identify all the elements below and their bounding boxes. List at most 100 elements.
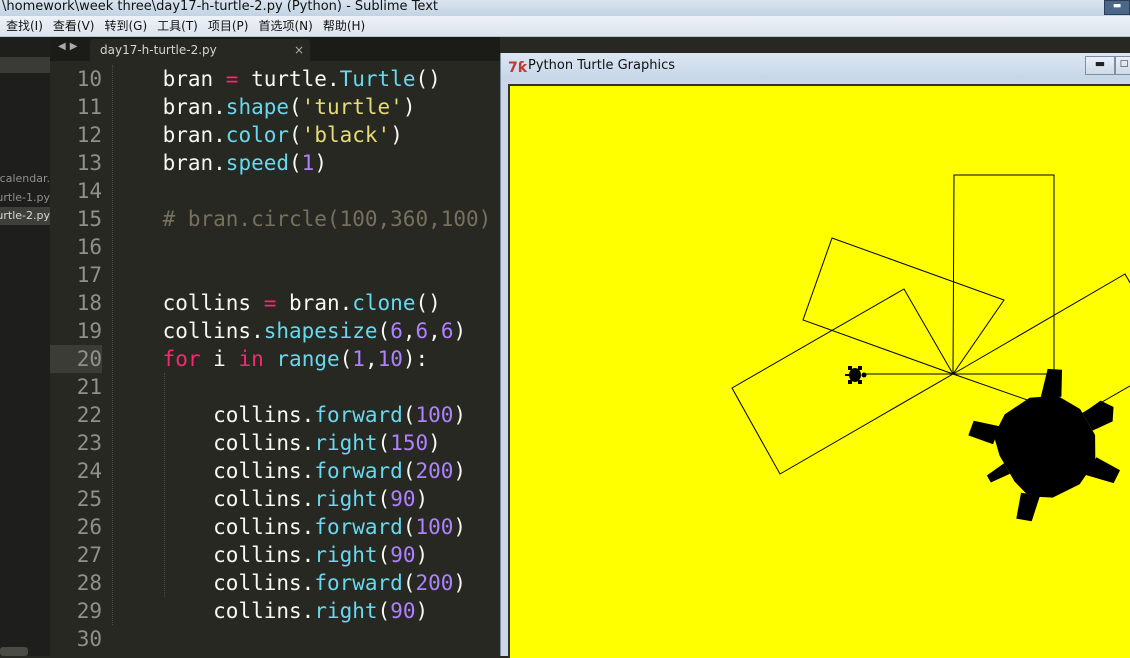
code-line[interactable]: 11 bran.shape('turtle'): [50, 93, 500, 121]
turtle-window-title: Python Turtle Graphics: [528, 58, 675, 73]
sidebar-scrollbar[interactable]: [0, 647, 28, 656]
code-token: 10: [377, 347, 403, 371]
code-line[interactable]: 14: [50, 177, 500, 205]
code-token: (: [377, 543, 391, 567]
python-turtle-icon: 7ƙ: [508, 60, 528, 76]
code-line[interactable]: 16: [50, 233, 500, 261]
code-line[interactable]: 22 collins.forward(100): [50, 401, 500, 429]
code-token: color: [225, 123, 290, 147]
code-text: bran.speed(1): [112, 149, 327, 177]
code-line[interactable]: 26 collins.forward(100): [50, 513, 500, 541]
code-line[interactable]: 15 # bran.circle(100,360,100): [50, 205, 500, 233]
code-token: (: [377, 431, 391, 455]
code-token: bran: [162, 67, 214, 91]
code-text: bran.shape('turtle'): [112, 93, 416, 121]
code-token: 90: [390, 543, 416, 567]
maximize-button[interactable]: □: [1115, 56, 1130, 75]
menu-item[interactable]: 首选项(N): [252, 16, 316, 36]
code-text: collins.right(150): [112, 429, 441, 457]
tab-day17-h-turtle-2[interactable]: day17-h-turtle-2.py ×: [90, 39, 310, 61]
code-line[interactable]: 29 collins.right(90): [50, 597, 500, 625]
close-icon[interactable]: ×: [294, 39, 304, 61]
code-token: 150: [390, 431, 429, 455]
code-line[interactable]: 20 for i in range(1,10):: [50, 345, 500, 373]
line-number: 17: [76, 263, 102, 287]
line-number: 27: [76, 543, 102, 567]
code-line[interactable]: 28 collins.forward(200): [50, 569, 500, 597]
code-line[interactable]: 10 bran = turtle.Turtle(): [50, 65, 500, 93]
code-token: ): [428, 431, 441, 455]
line-number: 13: [76, 151, 102, 175]
sidebar-file-item[interactable]: day17-h-turtle-1.py: [0, 189, 50, 207]
code-text: collins.forward(100): [112, 401, 466, 429]
line-number: 26: [76, 515, 102, 539]
code-line[interactable]: 12 bran.color('black'): [50, 121, 500, 149]
code-token: in: [238, 347, 264, 371]
menu-item[interactable]: 帮助(H): [317, 16, 369, 36]
turtle-drawing: [731, 174, 1130, 522]
code-token: 6: [440, 319, 454, 343]
code-line[interactable]: 17: [50, 261, 500, 289]
tab-nav-arrows-icon[interactable]: ◀▶: [58, 41, 81, 52]
menu-item[interactable]: 转到(G): [98, 16, 151, 36]
code-text: collins.right(90): [112, 485, 428, 513]
code-token: forward: [314, 403, 403, 427]
code-token: 200: [415, 459, 454, 483]
code-line[interactable]: 27 collins.right(90): [50, 541, 500, 569]
code-line[interactable]: 30: [50, 625, 500, 653]
code-token: right: [314, 599, 378, 623]
code-line[interactable]: 18 collins = bran.clone(): [50, 289, 500, 317]
code-line[interactable]: 25 collins.right(90): [50, 485, 500, 513]
code-token: (: [402, 403, 416, 427]
code-token: (: [377, 487, 391, 511]
code-token: (: [402, 459, 416, 483]
tab-bar: ◀▶ day17-h-turtle-2.py ×: [50, 37, 500, 61]
line-number: 15: [76, 207, 102, 231]
sidebar-file-item[interactable]: day17-h-calendar.: [0, 170, 50, 188]
minimize-button[interactable]: ▬: [1085, 56, 1115, 75]
code-line[interactable]: 21: [50, 373, 500, 401]
sidebar-file-item[interactable]: day17-h-turtle-2.py: [0, 207, 50, 225]
code-text: collins.forward(200): [112, 569, 466, 597]
line-number: 30: [76, 627, 102, 651]
minimize-button[interactable]: ▬: [1104, 0, 1130, 15]
turtle-title-bar: 7ƙ Python Turtle Graphics ▬ □: [501, 53, 1130, 79]
code-token: 100: [415, 515, 454, 539]
line-number: 19: [76, 319, 102, 343]
code-token: speed: [225, 151, 290, 175]
menu-item[interactable]: 查找(I): [0, 16, 47, 36]
code-line[interactable]: 24 collins.forward(200): [50, 457, 500, 485]
code-token: for: [162, 347, 201, 371]
code-token: collins.: [213, 515, 315, 539]
code-token: =: [251, 291, 290, 315]
line-number: 25: [76, 487, 102, 511]
code-token: shape: [225, 95, 290, 119]
menu-item[interactable]: 工具(T): [151, 16, 202, 36]
code-token: ): [453, 571, 467, 595]
drawn-rectangle: [802, 237, 1005, 375]
code-line[interactable]: 19 collins.shapesize(6,6,6): [50, 317, 500, 345]
code-line[interactable]: 13 bran.speed(1): [50, 149, 500, 177]
menu-item[interactable]: 项目(P): [202, 16, 253, 36]
menu-item[interactable]: 查看(V): [47, 16, 99, 36]
window-title: \homework\week three\day17-h-turtle-2.py…: [2, 0, 438, 14]
code-token: collins.: [213, 403, 315, 427]
line-number: 14: [76, 179, 102, 203]
code-token: collins.: [213, 571, 315, 595]
code-token: 1: [352, 347, 365, 371]
code-line[interactable]: 23 collins.right(150): [50, 429, 500, 457]
code-editor[interactable]: 10 bran = turtle.Turtle() 11 bran.shape('…: [50, 61, 500, 656]
code-token: collins.: [213, 543, 315, 567]
code-token: 'turtle': [301, 95, 403, 119]
code-text: # bran.circle(100,360,100): [112, 205, 492, 233]
code-text: collins = bran.clone(): [112, 289, 441, 317]
